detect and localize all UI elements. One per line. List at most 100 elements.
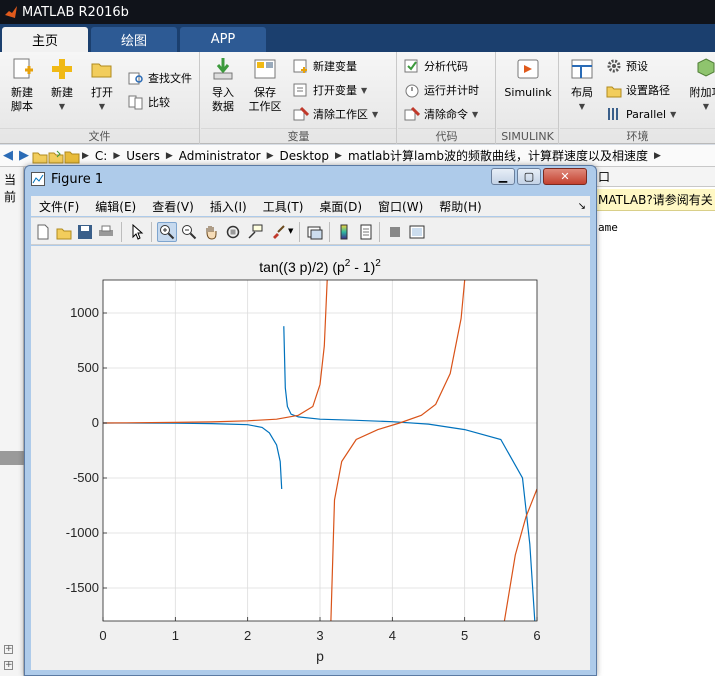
y-tick-label: -1500 — [66, 580, 99, 595]
import-data-icon — [213, 58, 233, 80]
x-tick-label: 4 — [389, 628, 396, 643]
menu-edit[interactable]: 编辑(E) — [87, 198, 144, 215]
addons-button[interactable]: 附加功 ▼ — [684, 56, 715, 114]
maximize-button[interactable]: ▢ — [517, 168, 541, 185]
compare-icon — [128, 95, 143, 110]
breadcrumb-drive[interactable]: C: — [95, 149, 107, 163]
legend-button[interactable] — [357, 223, 375, 241]
addons-dropdown-icon[interactable]: ▼ — [703, 100, 709, 114]
open-file-icon — [56, 228, 72, 240]
up-folder-icon[interactable] — [32, 148, 48, 164]
forward-arrow-icon[interactable]: ▶ — [16, 148, 32, 163]
menu-tools[interactable]: 工具(T) — [255, 198, 312, 215]
hide-plot-tools-icon — [390, 227, 400, 237]
layout-button[interactable]: 布局 ▼ — [560, 56, 604, 114]
clear-commands-button[interactable]: 清除命令 ▼ — [404, 104, 478, 124]
hide-plot-tools-button[interactable] — [386, 223, 404, 241]
simulink-button[interactable]: Simulink — [499, 56, 557, 100]
tab-home[interactable]: 主页 — [2, 27, 88, 52]
analyze-code-button[interactable]: 分析代码 — [404, 56, 468, 76]
open-variable-button[interactable]: 打开变量 ▼ — [293, 80, 367, 100]
open-variable-dropdown-icon[interactable]: ▼ — [361, 86, 367, 95]
breadcrumb-desktop[interactable]: Desktop — [280, 149, 330, 163]
plot-axes[interactable]: 0 1 2 3 4 5 6 -1500 -1000 -500 0 500 1000 tan((3 p)/… — [31, 246, 590, 670]
toolbar-separator — [379, 222, 380, 242]
find-files-button[interactable]: 查找文件 — [128, 68, 192, 88]
new-variable-button[interactable]: 新建变量 — [293, 56, 357, 76]
current-folder-address-bar[interactable]: ◀ ▶ ▶ C: ▶ Users ▶ Administrator ▶ Deskt… — [0, 145, 715, 167]
layout-dropdown-icon[interactable]: ▼ — [579, 100, 585, 114]
gear-icon — [607, 59, 621, 73]
file-group: 新建 脚本 新建 ▼ 打开 ▼ 查找文件 比较 文件 — [0, 52, 200, 144]
close-button[interactable]: ✕ — [543, 168, 587, 185]
zoom-in-button[interactable] — [157, 222, 177, 242]
path-separator-icon: ▶ — [266, 150, 274, 161]
figure-canvas[interactable]: 0 1 2 3 4 5 6 -1500 -1000 -500 0 500 1000 tan((3 p)/… — [31, 246, 590, 670]
menu-desktop[interactable]: 桌面(D) — [311, 198, 370, 215]
browse-folder-icon[interactable] — [48, 148, 64, 164]
link-plot-button[interactable] — [306, 223, 324, 241]
pointer-icon — [132, 224, 144, 240]
layout-label: 布局 — [571, 86, 593, 99]
minimize-button[interactable]: ▁ — [491, 168, 515, 185]
save-workspace-label: 保存 工作区 — [248, 86, 282, 113]
print-button[interactable] — [97, 223, 115, 241]
parallel-button[interactable]: Parallel ▼ — [606, 104, 676, 124]
clear-commands-dropdown-icon[interactable]: ▼ — [472, 110, 478, 119]
open-file-button[interactable] — [55, 223, 73, 241]
save-workspace-button[interactable]: 保存 工作区 — [243, 56, 287, 114]
import-data-button[interactable]: 导入 数据 — [201, 56, 245, 114]
new-script-label: 新建 脚本 — [11, 86, 33, 113]
menu-window[interactable]: 窗口(W) — [370, 198, 431, 215]
parallel-dropdown-icon[interactable]: ▼ — [670, 110, 676, 119]
menu-insert[interactable]: 插入(I) — [202, 198, 255, 215]
back-arrow-icon[interactable]: ◀ — [0, 148, 16, 163]
rotate-3d-button[interactable] — [224, 223, 242, 241]
compare-button[interactable]: 比较 — [128, 92, 170, 112]
expand-icon[interactable]: + — [4, 645, 13, 654]
toolbar-separator — [121, 222, 122, 242]
menu-file[interactable]: 文件(F) — [31, 198, 87, 215]
run-and-time-label: 运行并计时 — [424, 84, 479, 97]
new-to-matlab-notice[interactable]: MATLAB?请参阅有关 — [596, 189, 715, 211]
pointer-button[interactable] — [128, 223, 146, 241]
set-path-button[interactable]: 设置路径 — [606, 80, 670, 100]
selected-file-row[interactable] — [0, 451, 24, 465]
clear-workspace-button[interactable]: 清除工作区 ▼ — [293, 104, 378, 124]
breadcrumb-users[interactable]: Users — [126, 149, 160, 163]
legend-icon — [360, 224, 372, 240]
new-dropdown-icon[interactable]: ▼ — [59, 100, 65, 114]
tab-plots[interactable]: 绘图 — [91, 27, 177, 52]
brush-button[interactable] — [269, 223, 287, 241]
open-button[interactable]: 打开 ▼ — [80, 56, 124, 114]
zoom-in-icon — [160, 225, 175, 240]
zoom-out-button[interactable] — [180, 223, 198, 241]
matlab-logo-icon — [5, 6, 17, 18]
brush-dropdown-icon[interactable]: ▼ — [288, 227, 293, 235]
variable-group: 导入 数据 保存 工作区 新建变量 打开变量 ▼ 清除工作区 ▼ 变量 — [201, 52, 397, 144]
run-and-time-button[interactable]: 运行并计时 — [404, 80, 479, 100]
menu-view[interactable]: 查看(V) — [144, 198, 202, 215]
folder-icon — [64, 151, 80, 163]
open-dropdown-icon[interactable]: ▼ — [99, 100, 105, 114]
colorbar-button[interactable] — [335, 223, 353, 241]
expand-icon[interactable]: + — [4, 661, 13, 670]
clear-workspace-dropdown-icon[interactable]: ▼ — [372, 110, 378, 119]
save-button[interactable] — [76, 223, 94, 241]
ribbon-tabs: 主页 绘图 APP — [0, 24, 715, 52]
new-figure-button[interactable] — [34, 223, 52, 241]
environment-group: 布局 ▼ 预设 设置路径 Parallel ▼ 附加功 ▼ 环境 — [560, 52, 715, 144]
new-figure-icon — [37, 224, 49, 240]
figure-window[interactable]: Figure 1 ▁ ▢ ✕ 文件(F) 编辑(E) 查看(V) 插入(I) 工… — [24, 165, 597, 676]
menu-help[interactable]: 帮助(H) — [431, 198, 489, 215]
data-cursor-button[interactable] — [246, 223, 264, 241]
menu-dock-arrow-icon[interactable]: ↘ — [578, 201, 586, 212]
new-button[interactable]: 新建 ▼ — [40, 56, 84, 114]
show-plot-tools-button[interactable] — [408, 223, 426, 241]
preferences-button[interactable]: 预设 — [606, 56, 648, 76]
tab-apps[interactable]: APP — [180, 27, 266, 52]
new-script-button[interactable]: 新建 脚本 — [0, 56, 44, 114]
breadcrumb-administrator[interactable]: Administrator — [179, 149, 261, 163]
pan-button[interactable] — [202, 223, 220, 241]
breadcrumb-project-folder[interactable]: matlab计算lamb波的频散曲线，计算群速度以及相速度 — [348, 147, 648, 164]
